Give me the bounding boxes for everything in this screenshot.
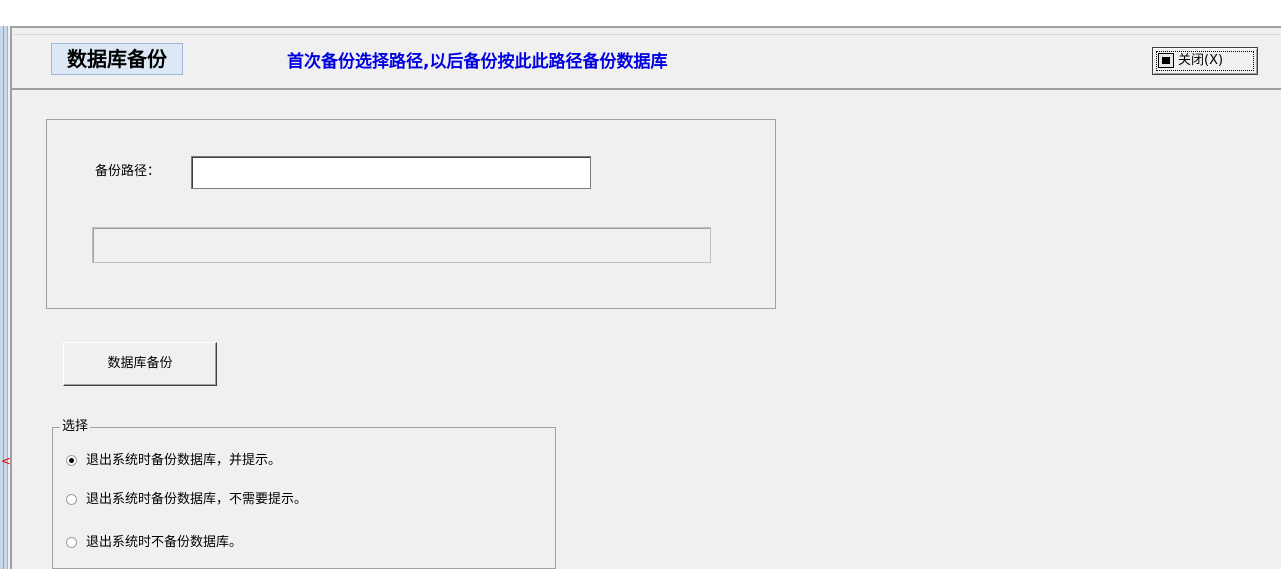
path-group — [46, 119, 776, 309]
radio-unchecked-icon[interactable] — [66, 537, 77, 548]
close-icon — [1158, 53, 1174, 68]
option-label: 退出系统时备份数据库，并提示。 — [86, 453, 282, 468]
radio-unchecked-icon[interactable] — [66, 494, 77, 505]
options-legend: 选择 — [60, 418, 91, 436]
close-button-label: 关闭(X) — [1178, 53, 1224, 68]
left-splitter[interactable] — [0, 26, 8, 569]
top-strip — [0, 0, 1281, 26]
option-label: 退出系统时备份数据库，不需要提示。 — [86, 492, 308, 507]
backup-progress-bar — [92, 227, 711, 263]
close-button[interactable]: 关闭(X) — [1152, 47, 1258, 75]
splitter-line — [3, 26, 4, 569]
page-title: 数据库备份 — [51, 43, 183, 75]
database-backup-button[interactable]: 数据库备份 — [63, 342, 217, 386]
radio-checked-icon[interactable] — [66, 455, 77, 466]
backup-path-input[interactable] — [191, 156, 591, 189]
collapse-arrow-icon[interactable]: < — [1, 454, 11, 468]
page-subtitle: 首次备份选择路径,以后备份按此此路径备份数据库 — [287, 52, 668, 72]
backup-path-label: 备份路径： — [95, 164, 161, 179]
option-label: 退出系统时不备份数据库。 — [86, 535, 243, 550]
header-divider — [14, 34, 1281, 35]
